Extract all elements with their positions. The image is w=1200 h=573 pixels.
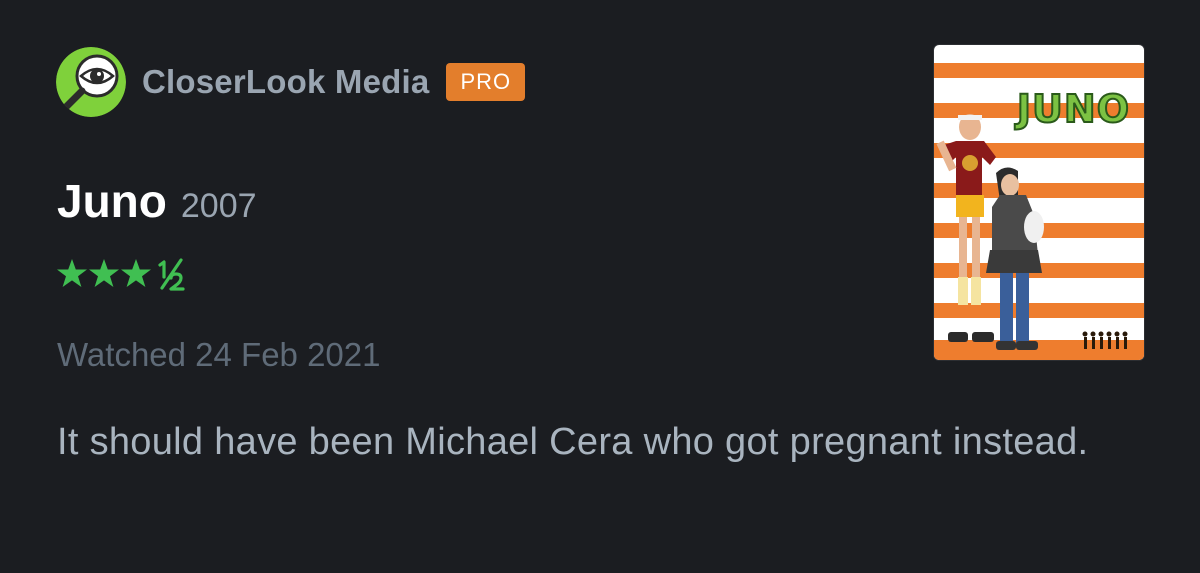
star-icon: [89, 259, 119, 287]
film-title[interactable]: Juno: [57, 174, 167, 228]
review-card: CloserLook Media PRO Juno 2007 Watched 2…: [0, 0, 1200, 573]
author-row: CloserLook Media PRO: [56, 45, 526, 119]
film-heading: Juno 2007: [57, 174, 257, 228]
film-year[interactable]: 2007: [181, 187, 257, 226]
watched-date: Watched 24 Feb 2021: [57, 336, 381, 373]
star-icon: [57, 259, 87, 287]
magnifier-eye-icon: [56, 47, 126, 117]
pro-badge: PRO: [446, 63, 526, 101]
star-rating-icons: [57, 258, 185, 291]
author-avatar[interactable]: [56, 47, 126, 117]
half-star-icon: [158, 258, 185, 291]
author-name[interactable]: CloserLook Media: [142, 63, 429, 101]
star-icon: [121, 259, 151, 287]
film-poster[interactable]: JUNO: [934, 45, 1144, 360]
review-text: It should have been Michael Cera who got…: [57, 421, 1089, 463]
poster-title: JUNO: [1016, 86, 1130, 132]
star-rating: [56, 255, 216, 295]
